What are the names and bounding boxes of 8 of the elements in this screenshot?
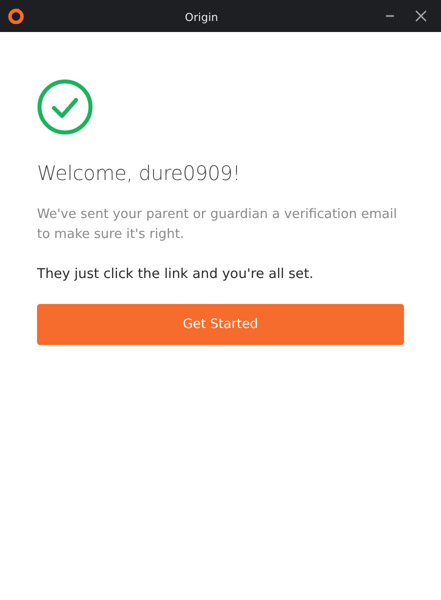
verification-message: We've sent your parent or guardian a verification email to make sure it's right. bbox=[37, 206, 398, 244]
origin-logo-icon bbox=[8, 8, 24, 24]
instruction-text: They just click the link and you're all set. bbox=[37, 265, 314, 284]
window-title: Origin bbox=[184, 11, 218, 24]
get-started-button[interactable]: Get Started bbox=[37, 304, 404, 346]
checkmark-circle-icon bbox=[37, 79, 93, 135]
welcome-heading: Welcome, dure0909! bbox=[37, 161, 242, 185]
close-icon bbox=[415, 10, 427, 22]
